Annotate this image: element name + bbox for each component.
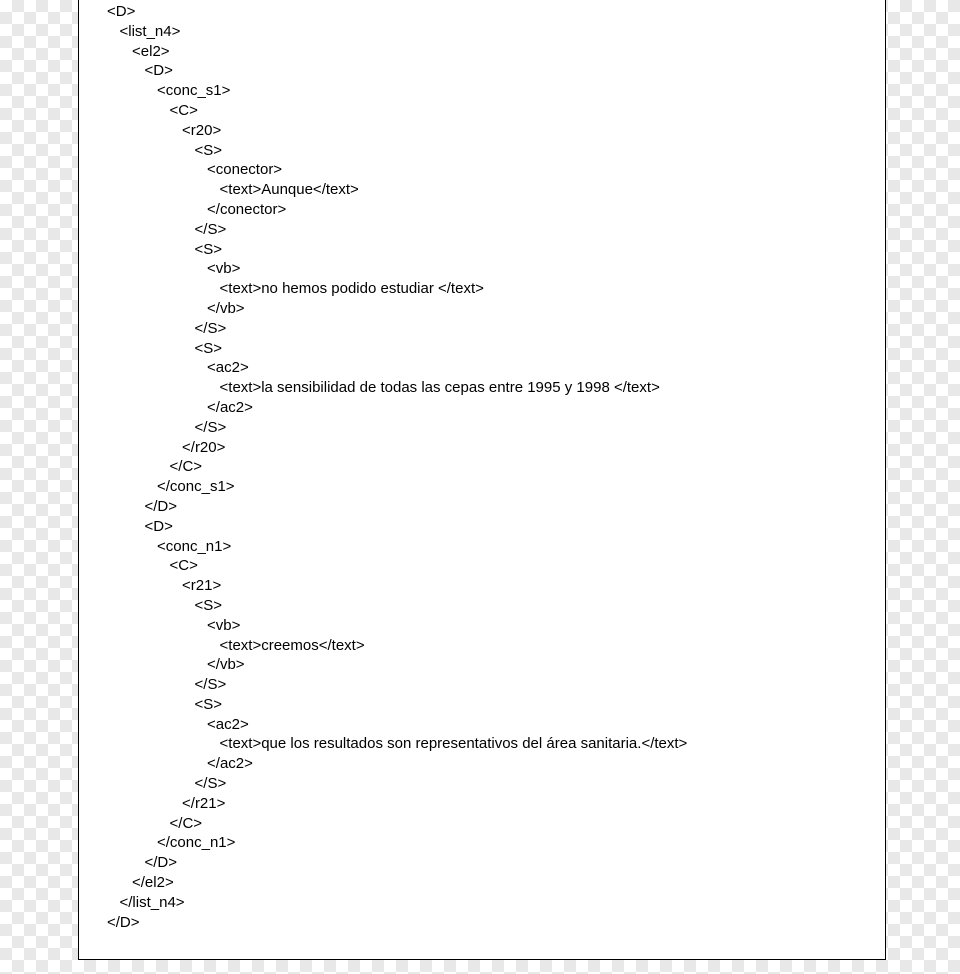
code-line: </conector> (107, 200, 885, 220)
code-line: </S> (107, 675, 885, 695)
code-line: </vb> (107, 655, 885, 675)
code-line: <vb> (107, 259, 885, 279)
code-line: <ac2> (107, 715, 885, 735)
code-line: <S> (107, 596, 885, 616)
code-line: </D> (107, 853, 885, 873)
code-line: </S> (107, 319, 885, 339)
xml-code-block: <D> <list_n4> <el2> <D> <conc_s1> <C> <r… (107, 2, 885, 932)
code-line: </conc_n1> (107, 833, 885, 853)
code-line: <C> (107, 101, 885, 121)
code-line: <conc_s1> (107, 81, 885, 101)
code-line: </S> (107, 220, 885, 240)
code-line: </C> (107, 814, 885, 834)
code-line: </S> (107, 774, 885, 794)
code-line: <text>creemos</text> (107, 636, 885, 656)
code-line: <el2> (107, 42, 885, 62)
code-line: <C> (107, 556, 885, 576)
code-line: </vb> (107, 299, 885, 319)
code-line: <S> (107, 240, 885, 260)
code-line: </el2> (107, 873, 885, 893)
code-line: </ac2> (107, 754, 885, 774)
code-line: </r20> (107, 438, 885, 458)
code-line: </ac2> (107, 398, 885, 418)
code-line: <D> (107, 517, 885, 537)
xml-code-panel: <D> <list_n4> <el2> <D> <conc_s1> <C> <r… (78, 0, 886, 960)
code-line: <text>que los resultados son representat… (107, 734, 885, 754)
code-line: <text>la sensibilidad de todas las cepas… (107, 378, 885, 398)
code-line: </r21> (107, 794, 885, 814)
code-line: <S> (107, 141, 885, 161)
code-line: <S> (107, 339, 885, 359)
code-line: <r20> (107, 121, 885, 141)
code-line: </C> (107, 457, 885, 477)
code-line: <text>Aunque</text> (107, 180, 885, 200)
code-line: <D> (107, 61, 885, 81)
code-line: </list_n4> (107, 893, 885, 913)
code-line: <conector> (107, 160, 885, 180)
code-line: <S> (107, 695, 885, 715)
code-line: <r21> (107, 576, 885, 596)
code-line: <D> (107, 2, 885, 22)
code-line: <text>no hemos podido estudiar </text> (107, 279, 885, 299)
code-line: <conc_n1> (107, 537, 885, 557)
code-line: </D> (107, 913, 885, 933)
code-line: <vb> (107, 616, 885, 636)
code-line: </D> (107, 497, 885, 517)
code-line: </conc_s1> (107, 477, 885, 497)
code-line: <list_n4> (107, 22, 885, 42)
code-line: <ac2> (107, 358, 885, 378)
code-line: </S> (107, 418, 885, 438)
